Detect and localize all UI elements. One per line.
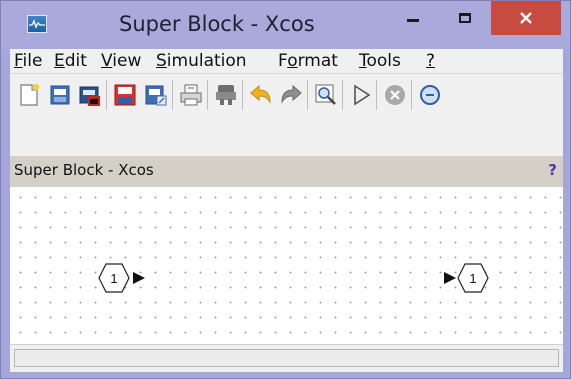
zoom-out-icon[interactable]	[417, 82, 443, 108]
input-port-arrow	[133, 272, 145, 284]
status-field	[14, 349, 559, 367]
maximize-icon	[458, 13, 471, 23]
output-port-block[interactable]: 1	[440, 261, 504, 295]
close-button[interactable]	[491, 1, 561, 35]
redo-icon[interactable]	[278, 82, 304, 108]
help-button[interactable]: ?	[548, 161, 557, 179]
menu-format[interactable]: Format	[278, 51, 338, 71]
xcos-window: Super Block - Xcos File Edit View Simula…	[0, 0, 571, 379]
minimize-icon	[406, 18, 419, 22]
input-port-block[interactable]: 1	[95, 261, 159, 295]
menu-bar: File Edit View Simulation Format Tools ?	[10, 49, 563, 74]
stop-icon[interactable]	[382, 82, 408, 108]
toolbar	[10, 74, 563, 116]
print-icon[interactable]	[178, 82, 204, 108]
menu-tools[interactable]: Tools	[359, 51, 401, 71]
start-icon[interactable]	[348, 82, 374, 108]
diagram-title: Super Block - Xcos	[14, 161, 154, 179]
open-icon[interactable]	[47, 82, 73, 108]
undo-icon[interactable]	[248, 82, 274, 108]
minimize-button[interactable]	[390, 1, 435, 35]
xcos-app-icon[interactable]	[27, 15, 47, 33]
export-icon[interactable]	[213, 82, 239, 108]
menu-file[interactable]: File	[14, 51, 42, 71]
maximize-button[interactable]	[442, 1, 487, 35]
window-title: Super Block - Xcos	[119, 12, 315, 36]
zoom-in-icon[interactable]	[313, 82, 339, 108]
menu-view[interactable]: View	[101, 51, 141, 71]
diagram-header: Super Block - Xcos ?	[10, 156, 563, 186]
output-port-arrow	[444, 272, 456, 284]
open-in-scilab-icon[interactable]	[77, 82, 103, 108]
output-port-number: 1	[469, 271, 476, 286]
input-port-number: 1	[110, 271, 117, 286]
new-diagram-icon[interactable]	[16, 82, 42, 108]
title-bar[interactable]: Super Block - Xcos	[1, 1, 570, 49]
diagram-canvas[interactable]: 1 1	[10, 186, 563, 345]
save-as-icon[interactable]	[143, 82, 169, 108]
status-bar	[10, 344, 563, 372]
menu-help[interactable]: ?	[426, 51, 435, 71]
menu-edit[interactable]: Edit	[54, 51, 87, 71]
menu-simulation[interactable]: Simulation	[156, 51, 247, 71]
close-icon	[520, 12, 532, 24]
toolbar-area	[10, 116, 563, 156]
save-icon[interactable]	[112, 82, 138, 108]
